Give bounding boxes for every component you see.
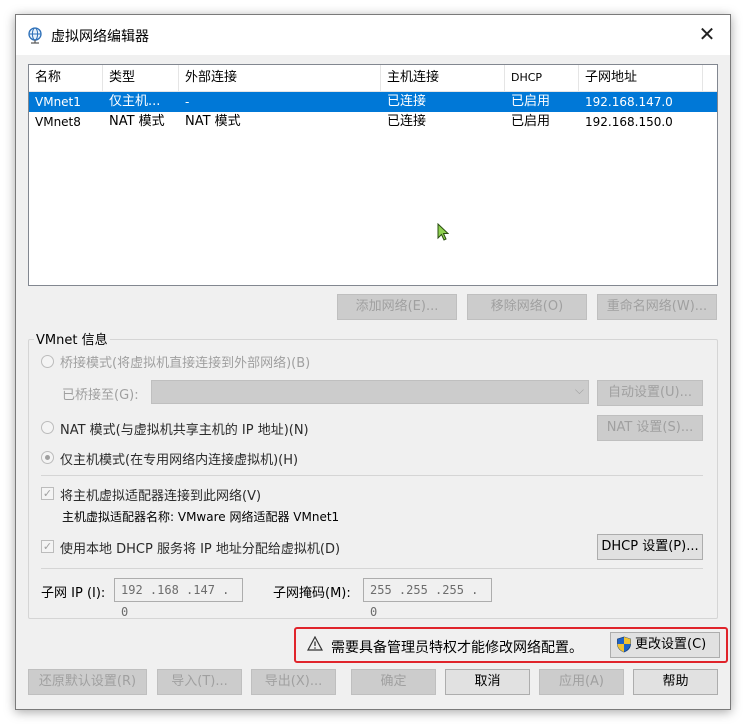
admin-notice-text: 需要具备管理员特权才能修改网络配置。 — [331, 640, 583, 656]
dhcp-settings-button[interactable]: DHCP 设置(P)... — [597, 534, 703, 560]
column-header-name[interactable]: 名称 — [29, 65, 103, 91]
bridged-to-select[interactable]: ⌵ — [151, 380, 589, 404]
apply-button[interactable]: 应用(A) — [539, 669, 624, 695]
cell-name: VMnet8 — [35, 115, 81, 129]
cell-dhcp: 已启用 — [511, 114, 551, 129]
chevron-down-icon: ⌵ — [574, 383, 584, 397]
adapter-name-label: 主机虚拟适配器名称: VMware 网络适配器 VMnet1 — [62, 510, 340, 524]
ok-button[interactable]: 确定 — [351, 669, 436, 695]
network-globe-icon — [28, 27, 42, 44]
cell-subnet: 192.168.150.0 — [585, 115, 673, 129]
close-button[interactable]: ✕ — [684, 15, 730, 55]
list-header: 名称 类型 外部连接 主机连接 DHCP 子网地址 — [29, 65, 717, 92]
divider — [41, 475, 703, 476]
export-button[interactable]: 导出(X)... — [251, 669, 336, 695]
subnet-ip-label: 子网 IP (I): — [41, 586, 106, 601]
host-only-mode-label: 仅主机模式(在专用网络内连接虚拟机)(H) — [60, 453, 299, 468]
window-title: 虚拟网络编辑器 — [51, 29, 149, 45]
connect-adapter-label: 将主机虚拟适配器连接到此网络(V) — [60, 489, 262, 504]
auto-settings-button[interactable]: 自动设置(U)... — [597, 380, 703, 406]
column-header-subnet[interactable]: 子网地址 — [579, 65, 703, 91]
column-header-type[interactable]: 类型 — [103, 65, 179, 91]
use-dhcp-label: 使用本地 DHCP 服务将 IP 地址分配给虚拟机(D) — [60, 542, 341, 557]
divider — [41, 568, 703, 569]
table-row[interactable]: VMnet1 仅主机... - 已连接 已启用 192.168.147.0 — [29, 92, 717, 112]
nat-settings-button[interactable]: NAT 设置(S)... — [597, 415, 703, 441]
add-network-button[interactable]: 添加网络(E)... — [337, 294, 457, 320]
bridged-mode-radio[interactable] — [41, 355, 54, 368]
bridged-to-label: 已桥接至(G): — [62, 388, 139, 403]
mouse-cursor-icon — [437, 223, 449, 241]
connect-adapter-checkbox[interactable]: ✓ — [41, 487, 54, 500]
cell-external: - — [185, 95, 190, 109]
cell-subnet: 192.168.147.0 — [585, 95, 673, 109]
radio-selected-dot — [45, 455, 50, 460]
close-icon: ✕ — [698, 22, 716, 46]
cell-type: NAT 模式 — [109, 114, 165, 129]
change-settings-button[interactable]: 更改设置(C) — [610, 632, 720, 658]
admin-notice: 需要具备管理员特权才能修改网络配置。 更改设置(C) — [294, 627, 728, 663]
cell-host: 已连接 — [387, 114, 427, 129]
use-dhcp-checkbox[interactable]: ✓ — [41, 540, 54, 553]
cell-dhcp: 已启用 — [511, 94, 551, 109]
subnet-ip-field[interactable]: 192 .168 .147 . 0 — [114, 578, 243, 619]
rename-network-button[interactable]: 重命名网络(W)... — [597, 294, 717, 320]
nat-mode-radio[interactable] — [41, 421, 54, 434]
vmnet-info-label: VMnet 信息 — [34, 329, 110, 348]
subnet-mask-label: 子网掩码(M): — [273, 586, 351, 601]
cell-host: 已连接 — [387, 94, 427, 109]
cell-external: NAT 模式 — [185, 114, 241, 129]
cancel-button[interactable]: 取消 — [445, 669, 530, 695]
subnet-mask-field[interactable]: 255 .255 .255 . 0 — [363, 578, 492, 619]
network-list[interactable]: 名称 类型 外部连接 主机连接 DHCP 子网地址 VMnet1 仅主机... … — [28, 64, 718, 286]
nat-mode-label: NAT 模式(与虚拟机共享主机的 IP 地址)(N) — [60, 423, 309, 438]
uac-shield-icon — [617, 636, 631, 653]
restore-defaults-button[interactable]: 还原默认设置(R) — [28, 669, 147, 695]
help-button[interactable]: 帮助 — [633, 669, 718, 695]
bridged-mode-label: 桥接模式(将虚拟机直接连接到外部网络)(B) — [60, 356, 311, 371]
import-button[interactable]: 导入(T)... — [157, 669, 242, 695]
column-header-external[interactable]: 外部连接 — [179, 65, 381, 91]
cell-name: VMnet1 — [35, 95, 81, 109]
virtual-network-editor-window: 虚拟网络编辑器 ✕ 名称 类型 外部连接 主机连接 DHCP 子网地址 VMne… — [15, 14, 731, 710]
remove-network-button[interactable]: 移除网络(O) — [467, 294, 587, 320]
column-header-dhcp[interactable]: DHCP — [505, 65, 579, 91]
warning-icon — [307, 636, 323, 651]
change-settings-label: 更改设置(C) — [635, 637, 707, 652]
column-header-host[interactable]: 主机连接 — [381, 65, 505, 91]
title-bar: 虚拟网络编辑器 ✕ — [16, 15, 730, 55]
host-only-mode-radio[interactable] — [41, 451, 54, 464]
table-row[interactable]: VMnet8 NAT 模式 NAT 模式 已连接 已启用 192.168.150… — [29, 112, 717, 132]
cell-type: 仅主机... — [109, 94, 161, 109]
